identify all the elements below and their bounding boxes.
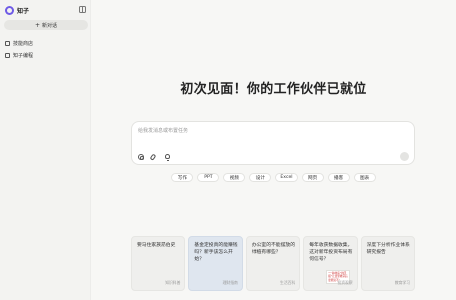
card-meta: 生活百科 <box>280 280 296 285</box>
card-text: 办公室的不能摆放的绿植有哪些？ <box>251 243 295 255</box>
brand[interactable]: 知子 <box>5 5 29 15</box>
card-meta: 知识科普 <box>165 280 181 285</box>
card-meta: 理财指南 <box>222 280 238 285</box>
sidebar-item-label: 技能商店 <box>13 40 34 47</box>
input-placeholder: 给我发消息或布置任务 <box>138 128 189 134</box>
code-icon <box>5 52 10 58</box>
suggestion-card[interactable]: 基金定投真的能赚钱吗？新手该怎么开始？ 理财指南 <box>188 236 243 291</box>
chip-chart[interactable]: 图表 <box>353 173 376 182</box>
app-name: 知子 <box>17 7 30 15</box>
card-text: 深度下分析作业体系研究报告 <box>366 243 410 255</box>
send-button[interactable] <box>400 152 409 161</box>
chip-excel[interactable]: Excel <box>275 173 298 182</box>
chip-writing[interactable]: 写作 <box>171 173 194 182</box>
sidebar-toggle-icon[interactable] <box>79 6 86 13</box>
card-text: 每年收获数据收集，这对新年投资布局有何信号？ <box>309 243 353 262</box>
chip-podcast[interactable]: 播客 <box>327 173 350 182</box>
sidebar-item-label: 知子编程 <box>13 52 34 59</box>
card-meta: 教育学习 <box>394 280 411 285</box>
page-title: 初次见面！你的工作伙伴已就位 <box>180 82 367 97</box>
suggestion-cards: 要马住家族昂伯史 知识科普 基金定投真的能赚钱吗？新手该怎么开始？ 理财指南 办… <box>131 236 416 291</box>
attach-icon[interactable] <box>149 153 156 161</box>
quick-actions: 写作 PPT 视频 设计 Excel 网页 播客 图表 <box>91 173 456 182</box>
main-area: 初次见面！你的工作伙伴已就位 给我发消息或布置任务 写作 PPT 视频 设计 E… <box>91 0 456 300</box>
new-chat-label: 新对话 <box>42 22 58 29</box>
new-chat-button[interactable]: + 新对话 <box>4 20 88 30</box>
sidebar-item-skill-store[interactable]: 技能商店 <box>5 39 33 47</box>
chip-design[interactable]: 设计 <box>249 173 272 182</box>
card-meta: 投资观察 <box>337 280 353 285</box>
suggestion-card[interactable]: 每年收获数据收集，这对新年投资布局有何信号？ "一种收获"的回报"让这里收获后更… <box>303 236 358 291</box>
suggestion-card[interactable]: 要马住家族昂伯史 知识科普 <box>131 236 186 291</box>
sidebar-item-coding[interactable]: 知子编程 <box>5 51 33 59</box>
suggestion-card[interactable]: 办公室的不能摆放的绿植有哪些？ 生活百科 <box>245 236 301 291</box>
sidebar: 知子 + 新对话 技能商店 知子编程 <box>0 0 91 300</box>
suggestion-card[interactable]: 深度下分析作业体系研究报告 教育学习 <box>360 236 416 291</box>
card-text: 要马住家族昂伯史 <box>137 243 176 248</box>
store-icon <box>5 40 10 46</box>
chip-ppt[interactable]: PPT <box>197 173 220 182</box>
message-input[interactable]: 给我发消息或布置任务 <box>131 121 415 165</box>
app-logo-icon <box>5 5 14 15</box>
chip-webpage[interactable]: 网页 <box>301 173 324 182</box>
mention-icon[interactable] <box>138 154 144 160</box>
card-text: 基金定投真的能赚钱吗？新手该怎么开始？ <box>194 243 238 262</box>
idea-icon[interactable] <box>165 154 170 161</box>
chip-video[interactable]: 视频 <box>223 173 246 182</box>
plus-icon: + <box>34 21 40 29</box>
